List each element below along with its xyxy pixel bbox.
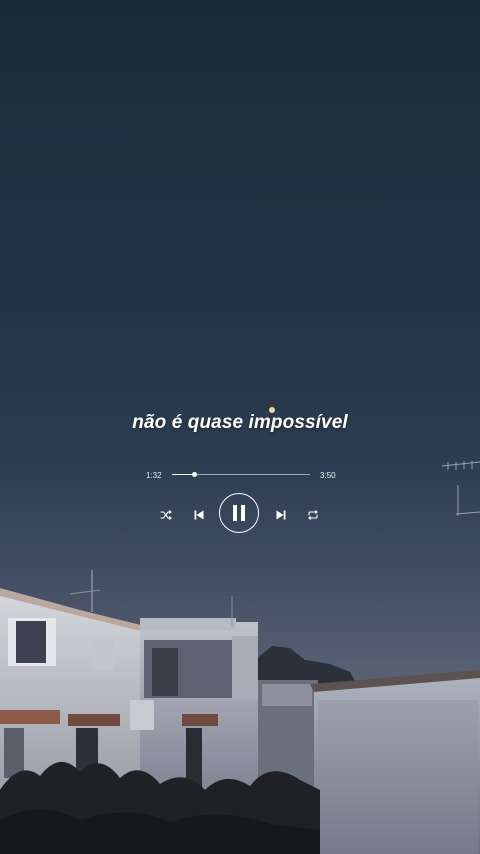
play-pause-button[interactable] <box>219 493 259 533</box>
progress-bar[interactable] <box>172 472 310 477</box>
previous-button[interactable] <box>191 507 207 523</box>
elapsed-time: 1:32 <box>146 471 162 480</box>
repeat-icon <box>308 510 318 520</box>
shuffle-button[interactable] <box>158 507 174 523</box>
lyric-text: não é quase impossível <box>132 412 348 433</box>
skip-next-icon <box>276 510 286 520</box>
pause-icon <box>233 505 245 521</box>
skip-previous-icon <box>194 510 204 520</box>
shuffle-icon <box>160 510 172 520</box>
next-button[interactable] <box>273 507 289 523</box>
repeat-button[interactable] <box>305 507 321 523</box>
building-right <box>310 670 480 854</box>
total-time: 3:50 <box>320 471 336 480</box>
building-middle <box>130 596 258 800</box>
progress-fill <box>172 474 195 475</box>
